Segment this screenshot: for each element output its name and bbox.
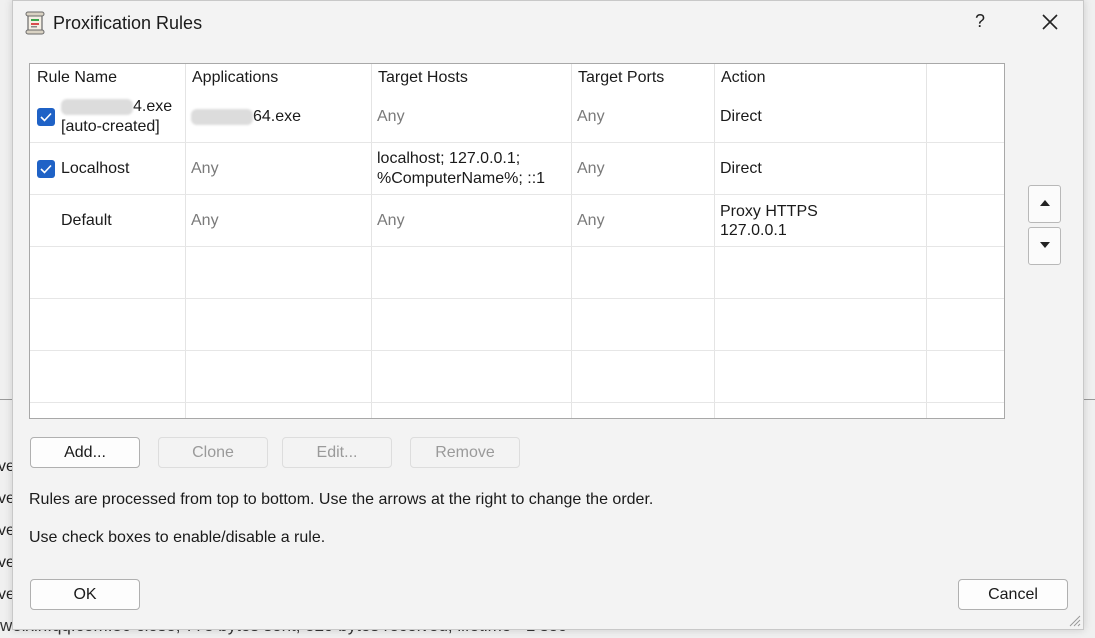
rule-enable-checkbox[interactable] (37, 108, 55, 126)
proxification-rules-dialog: Proxification Rules ? Rule Name Applicat… (12, 0, 1084, 630)
info-order-text: Rules are processed from top to bottom. … (29, 491, 654, 508)
rule-name[interactable]: Localhost (61, 159, 130, 178)
rule-name-suffix: [auto-created] (61, 118, 160, 135)
rule-applications: 64.exe (191, 107, 301, 126)
column-separator (571, 64, 572, 418)
redacted-region (61, 98, 133, 115)
rule-target-hosts: Any (377, 108, 405, 125)
column-header-target-hosts[interactable]: Target Hosts (371, 64, 571, 92)
remove-button[interactable]: Remove (410, 437, 520, 468)
row-separator (30, 142, 1004, 143)
row-separator (30, 402, 1004, 403)
checkmark-icon (40, 112, 52, 122)
rule-target-ports: Any (577, 108, 605, 125)
title-bar: Proxification Rules ? (13, 1, 1083, 45)
row-separator (30, 246, 1004, 247)
rule-target-ports: Any (577, 212, 605, 229)
rule-target-hosts-continued: %ComputerName%; ::1 (377, 170, 546, 187)
rule-target-hosts: Any (377, 212, 405, 229)
rule-name[interactable]: Default (61, 211, 112, 230)
app-scroll-icon (25, 11, 45, 35)
info-checkbox-text: Use check boxes to enable/disable a rule… (29, 529, 326, 546)
close-icon (1042, 14, 1058, 30)
column-separator (185, 64, 186, 418)
resize-grip-icon[interactable] (1067, 613, 1081, 627)
column-separator (714, 64, 715, 418)
move-up-button[interactable] (1028, 185, 1061, 223)
column-header-applications[interactable]: Applications (185, 64, 371, 92)
rule-target-ports: Any (577, 160, 605, 177)
dialog-title: Proxification Rules (53, 13, 203, 33)
applications-text: 64.exe (253, 108, 302, 125)
row-separator (30, 350, 1004, 351)
cancel-button[interactable]: Cancel (958, 579, 1068, 610)
rule-name-text: 4.exe (133, 98, 173, 115)
rule-action-continued: 127.0.0.1 (720, 222, 787, 239)
edit-button[interactable]: Edit... (282, 437, 392, 468)
rule-applications: Any (191, 212, 219, 229)
rule-enable-checkbox[interactable] (37, 160, 55, 178)
rule-action: Direct (720, 108, 762, 125)
rule-action: Direct (720, 160, 762, 177)
arrow-up-icon (1039, 200, 1050, 206)
redacted-region (191, 108, 253, 125)
column-header-rule-name[interactable]: Rule Name (30, 64, 185, 92)
ok-button[interactable]: OK (30, 579, 140, 610)
rule-name[interactable]: 4.exe (61, 97, 172, 116)
arrow-down-icon (1039, 242, 1050, 248)
add-button[interactable]: Add... (30, 437, 140, 468)
column-separator (926, 64, 927, 418)
move-down-button[interactable] (1028, 227, 1061, 265)
help-button[interactable]: ? (968, 11, 992, 35)
column-header-action[interactable]: Action (714, 64, 926, 92)
rule-applications: Any (191, 160, 219, 177)
clone-button[interactable]: Clone (158, 437, 268, 468)
column-header-target-ports[interactable]: Target Ports (571, 64, 714, 92)
row-separator (30, 194, 1004, 195)
row-separator (30, 298, 1004, 299)
close-button[interactable] (1035, 7, 1065, 37)
rules-table: Rule Name Applications Target Hosts Targ… (29, 63, 1005, 419)
rule-action: Proxy HTTPS (720, 203, 818, 220)
rule-target-hosts: localhost; 127.0.0.1; (377, 150, 521, 167)
checkmark-icon (40, 164, 52, 174)
column-separator (371, 64, 372, 418)
